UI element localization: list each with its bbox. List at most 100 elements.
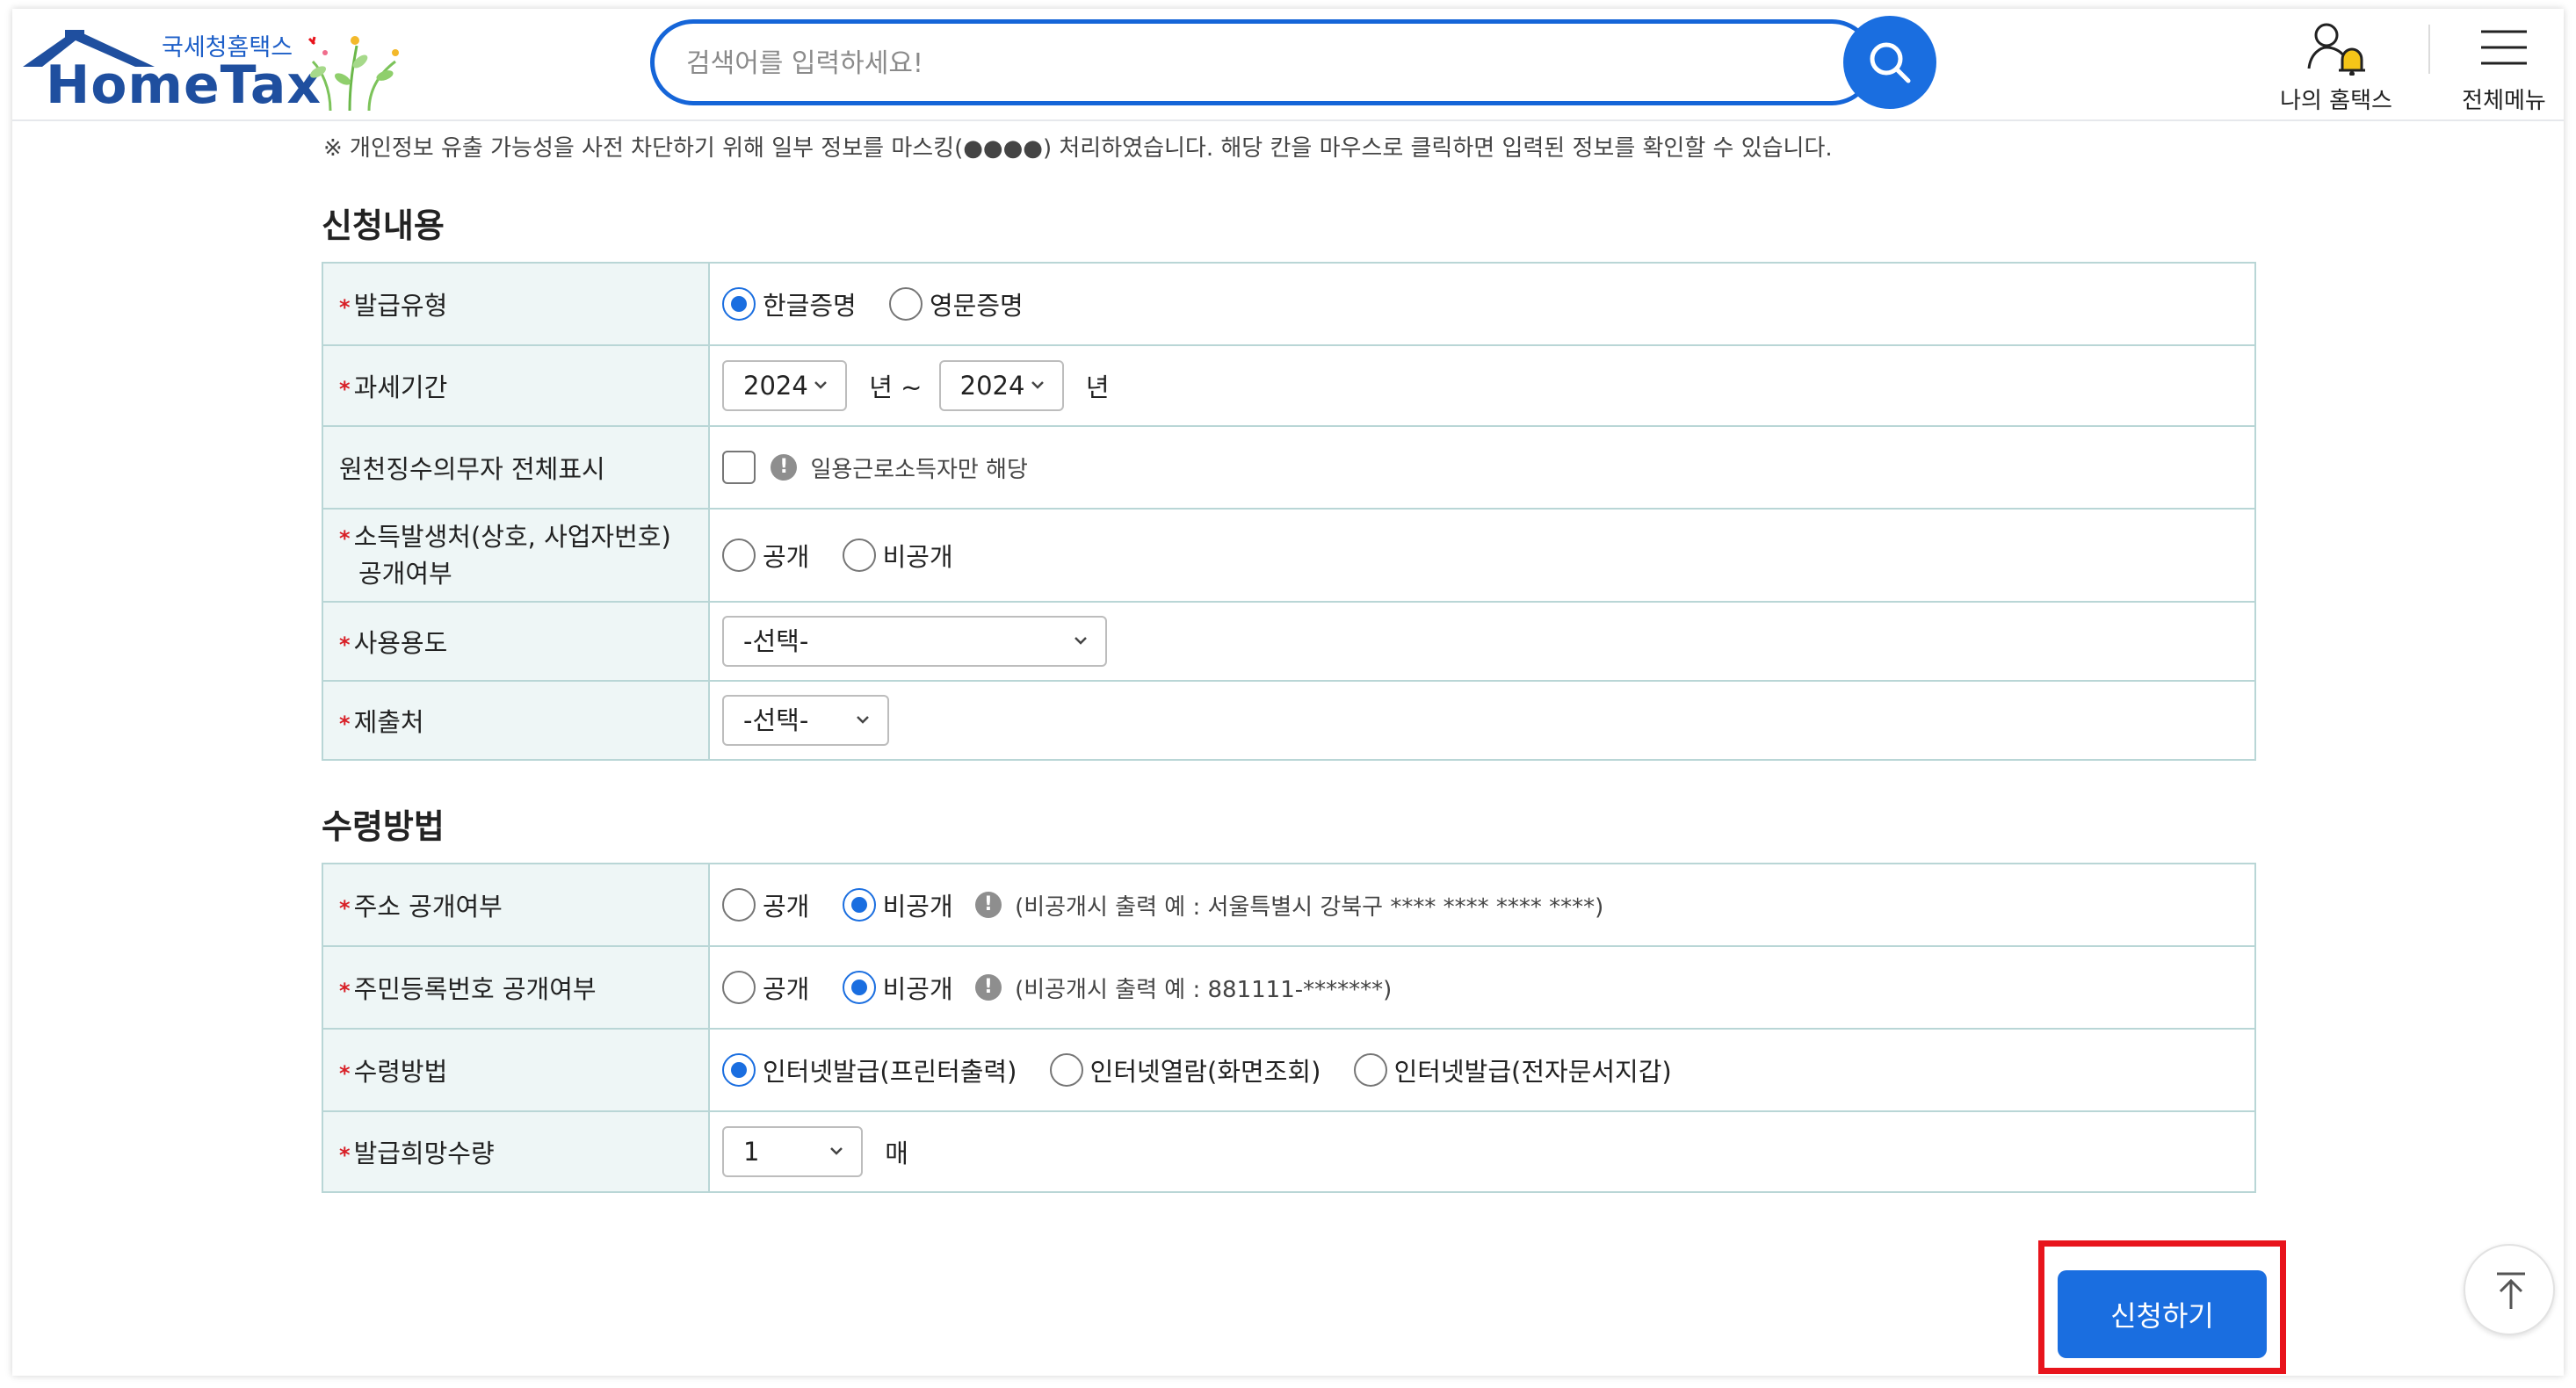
info-icon: ! — [974, 892, 1002, 918]
quantity-select[interactable]: 1 — [722, 1126, 863, 1177]
chevron-down-icon — [830, 1147, 843, 1155]
withholding-hint: 일용근로소득자만 해당 — [810, 456, 1028, 483]
radio-unchecked[interactable] — [842, 539, 876, 572]
method-row: * 수령방법 인터넷발급(프린터출력) 인터넷열람(화면조회) 인터넷발급(전자문… — [322, 1028, 2256, 1112]
method-label: 수령방법 — [353, 1057, 448, 1087]
tax-period-to-unit: 년 — [1085, 372, 1110, 402]
purpose-header: * 사용용도 — [322, 601, 710, 682]
withholding-cell: ! 일용근로소득자만 해당 — [708, 425, 2256, 510]
radio-checked[interactable] — [842, 971, 876, 1004]
tax-period-from-select[interactable]: 2024 — [722, 360, 847, 411]
purpose-label: 사용용도 — [353, 628, 448, 658]
address-public-label: 주소 공개여부 — [353, 892, 503, 922]
my-hometax-label: 나의 홈택스 — [2280, 88, 2392, 114]
receipt-form-table: * 주소 공개여부 공개 비공개 ! (비공개시 출력 예 : 서울특별시 강북구… — [322, 863, 2256, 1193]
tax-period-to-select[interactable]: 2024 — [938, 360, 1064, 411]
logo-title: HomeTax — [46, 54, 322, 116]
rrn-public-row: * 주민등록번호 공개여부 공개 비공개 ! (비공개시 출력 예 : 88111… — [322, 945, 2256, 1030]
radio-checked[interactable] — [722, 287, 756, 321]
plant-decoration-icon — [308, 36, 399, 112]
rrn-private-option[interactable]: 비공개 — [842, 969, 953, 1006]
radio-checked[interactable] — [722, 1053, 756, 1087]
purpose-cell: -선택- — [708, 601, 2256, 682]
address-public-option[interactable]: 공개 — [722, 886, 809, 923]
rrn-public-label: 주민등록번호 공개여부 — [353, 974, 597, 1004]
required-mark: * — [339, 526, 351, 551]
hometax-logo[interactable]: 국세청홈택스 HomeTax — [23, 16, 409, 118]
my-hometax-button[interactable]: 나의 홈택스 — [2270, 16, 2402, 114]
search-field[interactable] — [650, 19, 1875, 105]
address-public-header: * 주소 공개여부 — [322, 863, 710, 947]
required-mark: * — [339, 633, 351, 657]
withholding-checkbox[interactable] — [722, 451, 756, 484]
tax-period-cell: 2024 년 ~ 2024 년 — [708, 344, 2256, 427]
issue-type-row: * 발급유형 한글증명 영문증명 — [322, 262, 2256, 346]
rrn-public-header: * 주민등록번호 공개여부 — [322, 945, 710, 1030]
application-section-title: 신청내용 — [322, 206, 445, 245]
user-bell-icon — [2307, 23, 2365, 76]
income-source-label-line1: 소득발생처(상호, 사업자번호) — [353, 522, 671, 552]
method-view-option[interactable]: 인터넷열람(화면조회) — [1049, 1052, 1321, 1088]
search-input[interactable] — [686, 43, 1740, 83]
masking-notice: ※ 개인정보 유출 가능성을 사전 차단하기 위해 일부 정보를 마스킹(●●●… — [323, 135, 1833, 162]
submit-to-header: * 제출처 — [322, 680, 710, 761]
method-wallet-option[interactable]: 인터넷발급(전자문서지갑) — [1353, 1052, 1672, 1088]
withholding-header: 원천징수의무자 전체표시 — [322, 425, 710, 510]
radio-unchecked[interactable] — [722, 888, 756, 922]
radio-unchecked[interactable] — [1049, 1053, 1083, 1087]
tax-period-label: 과세기간 — [353, 372, 448, 402]
required-mark: * — [339, 295, 351, 320]
radio-unchecked[interactable] — [722, 539, 756, 572]
purpose-row: * 사용용도 -선택- — [322, 601, 2256, 682]
all-menu-button[interactable]: 전체메뉴 — [2455, 16, 2553, 114]
info-icon: ! — [771, 454, 798, 481]
issue-type-cell: 한글증명 영문증명 — [708, 262, 2256, 346]
page-frame: 국세청홈택스 HomeTax 검색어를 입력하세요! 나의 홈택스 전체메뉴 ※… — [12, 9, 2564, 1376]
issue-type-english-option[interactable]: 영문증명 — [888, 286, 1024, 322]
tax-period-from-unit: 년 ~ — [869, 372, 923, 402]
submit-to-select[interactable]: -선택- — [722, 695, 889, 746]
required-mark: * — [339, 896, 351, 921]
search-button[interactable] — [1843, 16, 1936, 109]
required-mark: * — [339, 1061, 351, 1086]
required-mark: * — [339, 712, 351, 736]
chevron-down-icon — [1031, 381, 1044, 389]
radio-unchecked[interactable] — [888, 287, 923, 321]
issue-type-header: * 발급유형 — [322, 262, 710, 346]
income-source-public-option[interactable]: 공개 — [722, 537, 809, 574]
income-source-header: * 소득발생처(상호, 사업자번호) 공개여부 — [322, 508, 710, 603]
submit-to-row: * 제출처 -선택- — [322, 680, 2256, 761]
submit-to-label: 제출처 — [353, 707, 424, 737]
arrow-up-icon — [2497, 1272, 2525, 1309]
radio-unchecked[interactable] — [1353, 1053, 1387, 1087]
issue-type-korean-option[interactable]: 한글증명 — [722, 286, 857, 322]
tax-period-header: * 과세기간 — [322, 344, 710, 427]
rrn-public-cell: 공개 비공개 ! (비공개시 출력 예 : 881111-*******) — [708, 945, 2256, 1030]
withholding-label: 원천징수의무자 전체표시 — [339, 454, 605, 484]
rrn-public-option[interactable]: 공개 — [722, 969, 809, 1006]
address-private-option[interactable]: 비공개 — [842, 886, 953, 923]
scroll-top-button[interactable] — [2464, 1244, 2555, 1335]
quantity-label: 발급희망수량 — [353, 1139, 495, 1168]
info-icon: ! — [974, 974, 1002, 1001]
quantity-row: * 발급희망수량 1 매 — [322, 1110, 2256, 1193]
income-source-label-line2: 공개여부 — [358, 559, 452, 589]
purpose-select[interactable]: -선택- — [722, 616, 1107, 667]
apply-button[interactable]: 신청하기 — [2058, 1270, 2267, 1358]
required-mark: * — [339, 979, 351, 1003]
method-cell: 인터넷발급(프린터출력) 인터넷열람(화면조회) 인터넷발급(전자문서지갑) — [708, 1028, 2256, 1112]
income-source-private-option[interactable]: 비공개 — [842, 537, 953, 574]
all-menu-label: 전체메뉴 — [2462, 88, 2546, 114]
chevron-down-icon — [857, 716, 869, 724]
address-hint: (비공개시 출력 예 : 서울특별시 강북구 **** **** **** **… — [1015, 893, 1604, 921]
tax-period-row: * 과세기간 2024 년 ~ 2024 년 — [322, 344, 2256, 427]
chevron-down-icon — [1075, 637, 1087, 645]
hamburger-menu-icon — [2481, 30, 2527, 65]
method-print-option[interactable]: 인터넷발급(프린터출력) — [722, 1052, 1017, 1088]
radio-unchecked[interactable] — [722, 971, 756, 1004]
chevron-down-icon — [814, 381, 827, 389]
address-public-row: * 주소 공개여부 공개 비공개 ! (비공개시 출력 예 : 서울특별시 강북구… — [322, 863, 2256, 947]
submit-to-cell: -선택- — [708, 680, 2256, 761]
radio-checked[interactable] — [842, 888, 876, 922]
quantity-cell: 1 매 — [708, 1110, 2256, 1193]
